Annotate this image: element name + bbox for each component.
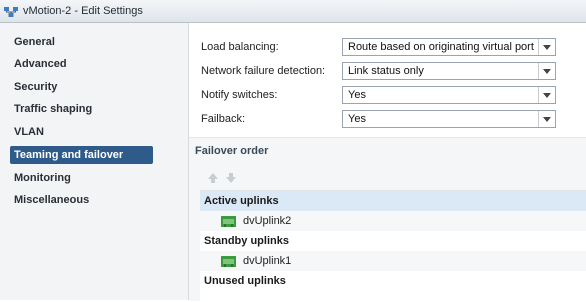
window-title: vMotion-2 - Edit Settings (23, 5, 143, 17)
reorder-controls (206, 171, 238, 185)
group-unused-uplinks[interactable]: Unused uplinks (200, 271, 586, 291)
list-item[interactable]: dvUplink2 (200, 211, 586, 231)
sidebar-item-security[interactable]: Security (10, 78, 153, 96)
arrow-down-icon[interactable] (224, 171, 238, 185)
failover-order-section: Failover order Active uplinks dvUplink2 (189, 137, 586, 302)
notify-switches-label: Notify switches: (201, 89, 278, 101)
notify-switches-select[interactable]: Yes (342, 86, 556, 104)
load-balancing-select[interactable]: Route based on originating virtual port (342, 38, 556, 56)
uplink-nic-icon (221, 215, 236, 227)
sidebar-item-miscellaneous[interactable]: Miscellaneous (10, 191, 153, 209)
group-active-uplinks[interactable]: Active uplinks (200, 191, 586, 211)
chevron-down-icon[interactable] (538, 63, 555, 79)
failback-value: Yes (348, 113, 366, 125)
sidebar-item-teaming-and-failover[interactable]: Teaming and failover (10, 146, 153, 164)
sidebar-item-general[interactable]: General (10, 33, 153, 51)
title-bar: vMotion-2 - Edit Settings (0, 0, 586, 23)
load-balancing-label: Load balancing: (201, 41, 279, 53)
arrow-up-icon[interactable] (206, 171, 220, 185)
settings-sidebar: General Advanced Security Traffic shapin… (0, 23, 189, 300)
chevron-down-icon[interactable] (538, 39, 555, 55)
list-item[interactable]: dvUplink1 (200, 251, 586, 271)
network-failure-detection-label: Network failure detection: (201, 65, 326, 77)
notify-switches-value: Yes (348, 89, 366, 101)
failover-order-title: Failover order (195, 145, 269, 157)
failback-label: Failback: (201, 113, 246, 125)
sidebar-item-advanced[interactable]: Advanced (10, 55, 153, 73)
chevron-down-icon[interactable] (538, 111, 555, 127)
chevron-down-icon[interactable] (538, 87, 555, 103)
uplink-label: dvUplink2 (243, 215, 292, 227)
settings-panel: Load balancing: Route based on originati… (189, 23, 586, 302)
group-standby-uplinks[interactable]: Standby uplinks (200, 231, 586, 251)
sidebar-item-vlan[interactable]: VLAN (10, 123, 153, 141)
load-balancing-value: Route based on originating virtual port (348, 41, 534, 53)
failback-select[interactable]: Yes (342, 110, 556, 128)
failover-order-list: Active uplinks dvUplink2 Standby uplinks (200, 190, 586, 302)
uplink-nic-icon (221, 255, 236, 267)
network-settings-icon (4, 7, 18, 17)
network-failure-detection-select[interactable]: Link status only (342, 62, 556, 80)
network-failure-detection-value: Link status only (348, 65, 424, 77)
sidebar-item-traffic-shaping[interactable]: Traffic shaping (10, 100, 153, 118)
sidebar-item-monitoring[interactable]: Monitoring (10, 169, 153, 187)
uplink-label: dvUplink1 (243, 255, 292, 267)
